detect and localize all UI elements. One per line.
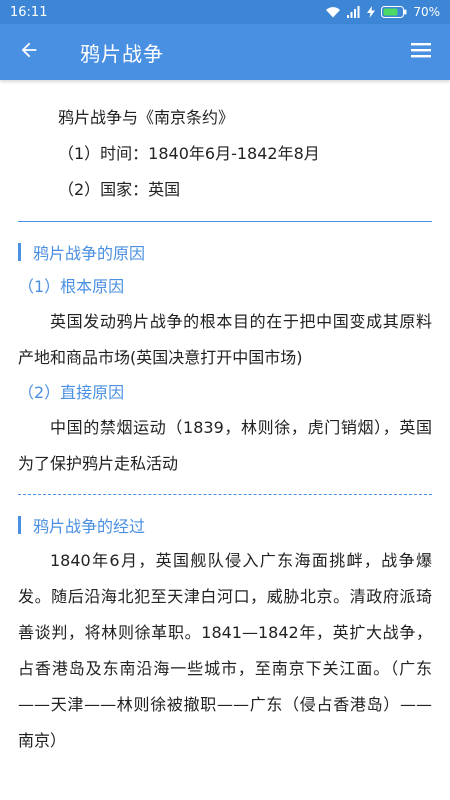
section-marker	[18, 516, 21, 534]
section-causes: 鸦片战争的原因 （1）根本原因 英国发动鸦片战争的根本目的在于把中国变成其原料产…	[18, 234, 432, 482]
status-icons: 70%	[325, 5, 440, 19]
battery-icon	[381, 6, 407, 18]
signal-icon	[347, 6, 361, 18]
section-title-text: 鸦片战争的经过	[33, 517, 146, 536]
paragraph-root-cause: 英国发动鸦片战争的根本目的在于把中国变成其原料产地和商品市场(英国决意打开中国市…	[18, 312, 432, 367]
subheading-root-cause: （1）根本原因	[18, 277, 125, 296]
app-bar: 鸦片战争	[0, 24, 450, 80]
section-process: 鸦片战争的经过 1840年6月，英国舰队侵入广东海面挑衅，战争爆发。随后沿海北犯…	[18, 507, 432, 759]
section-marker	[18, 243, 21, 261]
back-button[interactable]	[0, 24, 58, 80]
paragraph-process: 1840年6月，英国舰队侵入广东海面挑衅，战争爆发。随后沿海北犯至天津白河口，威…	[18, 551, 432, 750]
divider-dashed	[18, 494, 432, 495]
wifi-icon	[325, 6, 341, 18]
paragraph-direct-cause: 中国的禁烟运动（1839，林则徐，虎门销烟），英国为了保护鸦片走私活动	[18, 418, 432, 473]
charging-icon	[367, 6, 376, 18]
section-title: 鸦片战争的原因	[18, 234, 432, 270]
hamburger-menu-icon	[409, 40, 433, 64]
battery-percent: 70%	[413, 5, 440, 19]
menu-button[interactable]	[392, 24, 450, 80]
section-title-text: 鸦片战争的原因	[33, 244, 146, 263]
status-time: 16:11	[10, 4, 48, 20]
page-title: 鸦片战争	[80, 41, 164, 66]
arrow-left-icon	[18, 39, 40, 65]
divider	[18, 221, 432, 222]
intro-block: 鸦片战争与《南京条约》 （1）时间：1840年6月-1842年8月 （2）国家：…	[18, 80, 432, 208]
section-title: 鸦片战争的经过	[18, 507, 432, 543]
intro-country: （2）国家：英国	[58, 180, 181, 199]
status-bar: 16:11 70%	[0, 0, 450, 24]
subheading-direct-cause: （2）直接原因	[18, 383, 125, 402]
intro-time: （1）时间：1840年6月-1842年8月	[58, 144, 320, 163]
intro-heading: 鸦片战争与《南京条约》	[58, 108, 235, 127]
article-content[interactable]: 鸦片战争与《南京条约》 （1）时间：1840年6月-1842年8月 （2）国家：…	[0, 80, 450, 800]
